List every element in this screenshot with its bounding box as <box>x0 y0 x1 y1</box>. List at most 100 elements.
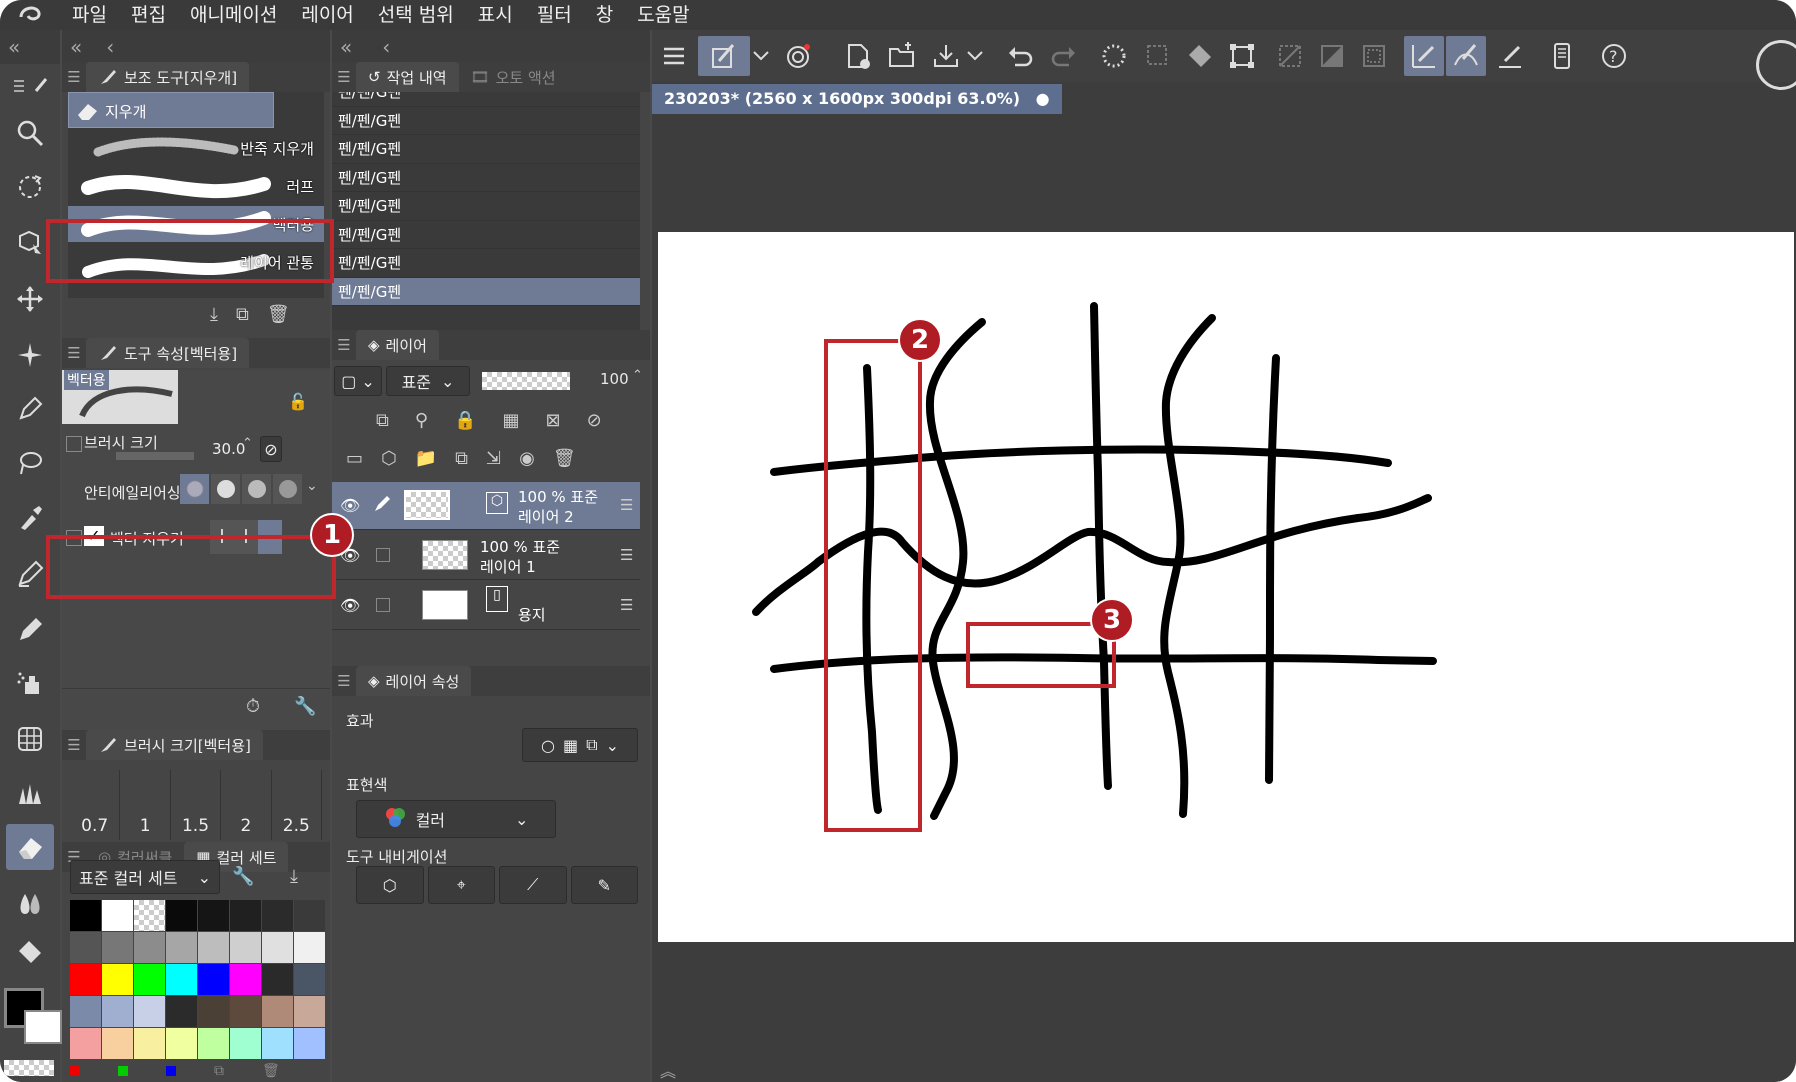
menu-window[interactable]: 창 <box>584 0 625 30</box>
expand-up-icon[interactable]: ︽ <box>660 1058 676 1082</box>
menu-file[interactable]: 파일 <box>60 0 119 30</box>
history-row[interactable]: 펜/펜/G펜 <box>332 164 640 192</box>
pen-tool-icon[interactable] <box>6 386 54 432</box>
history-row[interactable]: 펜/펜/G펜 <box>332 107 640 135</box>
color-swatch[interactable] <box>70 996 101 1027</box>
blend-mode-dropdown[interactable]: 표준 ⌄ <box>386 366 470 396</box>
cloud-sync-icon[interactable] <box>778 36 818 76</box>
lock-layer-icon[interactable]: 🔒 <box>454 410 476 431</box>
color-swatch[interactable] <box>198 964 229 995</box>
color-swatch[interactable] <box>134 1028 165 1059</box>
antialias-low-icon[interactable] <box>211 474 240 504</box>
tool-reset-icon[interactable]: ⏱ <box>246 696 260 717</box>
create-mask-icon[interactable]: ◉ <box>519 448 535 469</box>
new-vector-layer-icon[interactable]: ⬡ <box>381 448 397 469</box>
history-row[interactable]: 펜/펜/G펜 <box>332 135 640 164</box>
snap-to-special-ruler-icon[interactable] <box>1446 36 1486 76</box>
menu-animation[interactable]: 애니메이션 <box>178 0 289 30</box>
color-swatch[interactable] <box>262 1028 293 1059</box>
panel-menu-icon[interactable]: ☰ <box>332 672 356 690</box>
color-swatch[interactable] <box>102 900 133 931</box>
panel-menu-icon[interactable]: ☰ <box>332 68 356 86</box>
subtool-item[interactable]: 반죽 지우개 <box>68 130 324 166</box>
antialias-high-icon[interactable] <box>273 474 302 504</box>
color-swatch[interactable] <box>198 996 229 1027</box>
opacity-slider[interactable] <box>482 372 570 390</box>
color-swatch[interactable] <box>262 932 293 963</box>
tab-layer-property[interactable]: ◈ 레이어 속성 <box>356 666 472 696</box>
chevron-left-icon[interactable]: ‹ <box>374 35 398 59</box>
edit-target-icon[interactable] <box>372 494 392 518</box>
antialias-none-icon[interactable] <box>180 474 209 504</box>
quick-access-icon[interactable] <box>698 36 750 76</box>
loading-spinner-icon[interactable] <box>1094 36 1134 76</box>
panel-menu-icon[interactable]: ☰ <box>62 736 86 754</box>
panel-menu-icon[interactable]: ☰ <box>62 344 86 362</box>
collapse-icon[interactable]: « <box>0 35 28 59</box>
snap-to-ruler-icon[interactable] <box>1404 36 1444 76</box>
layer-row[interactable]: 👁 ▯ 용지 ☰ <box>332 582 640 630</box>
pencil-icon[interactable] <box>6 606 54 652</box>
zoom-tool-icon[interactable] <box>6 110 54 156</box>
chevron-down-icon[interactable] <box>748 36 774 76</box>
pressure-icon[interactable]: ⊘ <box>260 436 282 462</box>
color-swatch[interactable] <box>134 900 165 931</box>
color-swatch[interactable] <box>134 964 165 995</box>
visibility-eye-icon[interactable]: 👁 <box>340 596 360 615</box>
history-row[interactable]: 펜/펜/G펜 <box>332 249 640 278</box>
correct-line-icon[interactable]: ⟋ <box>499 866 567 904</box>
history-row[interactable]: 펜/펜/G펜 <box>332 92 640 107</box>
opacity-value[interactable]: 100 <box>600 370 629 388</box>
hide-outside-icon[interactable] <box>1270 36 1310 76</box>
copy-subtool-icon[interactable]: ⧉ <box>236 304 249 325</box>
spinner-icon[interactable]: ⌃ <box>242 436 253 451</box>
reference-layer-icon[interactable]: ⚲ <box>415 410 428 431</box>
color-swatch[interactable] <box>198 1028 229 1059</box>
object-tool-icon[interactable]: ⬡ <box>356 866 424 904</box>
tool-palette-menu-icon[interactable] <box>6 70 54 100</box>
color-swatch[interactable] <box>262 996 293 1027</box>
import-subtool-icon[interactable]: ⤓ <box>210 304 218 325</box>
help-icon[interactable]: ? <box>1594 36 1634 76</box>
color-swatch[interactable] <box>262 900 293 931</box>
menu-selection[interactable]: 선택 범위 <box>366 0 466 30</box>
panel-menu-icon[interactable]: ☰ <box>332 336 356 354</box>
color-swatch[interactable] <box>230 964 261 995</box>
fill-icon[interactable] <box>1180 36 1220 76</box>
fill-tool-icon[interactable] <box>6 930 54 970</box>
wrench-icon[interactable]: 🔧 <box>294 696 316 717</box>
edit-target-icon[interactable] <box>376 548 390 562</box>
brush-size-preset[interactable]: 1.5 <box>171 770 222 840</box>
layer-row[interactable]: 👁 100 % 표준 레이어 1 ☰ <box>332 532 640 580</box>
color-swatch[interactable] <box>166 932 197 963</box>
delete-subtool-icon[interactable]: 🗑 <box>267 304 290 325</box>
color-swatch[interactable] <box>230 900 261 931</box>
eraser-tool-icon[interactable] <box>6 824 54 870</box>
new-folder-icon[interactable]: 📁 <box>415 448 437 469</box>
color-swatch[interactable] <box>294 1028 325 1059</box>
delete-color-icon[interactable]: 🗑 <box>262 1063 280 1079</box>
color-swatch[interactable] <box>102 996 133 1027</box>
tab-brush-size[interactable]: 브러시 크기[벡터용] <box>86 730 263 760</box>
color-swatch[interactable] <box>134 932 165 963</box>
visibility-eye-icon[interactable]: 👁 <box>340 496 360 515</box>
color-swatch[interactable] <box>70 932 101 963</box>
open-file-icon[interactable] <box>882 36 922 76</box>
brush-size-preset[interactable]: 1 <box>120 770 171 840</box>
control-point-icon[interactable]: ⌖ <box>427 866 495 904</box>
select-all-icon[interactable] <box>1354 36 1394 76</box>
border-effect-icon[interactable]: ○ <box>541 736 555 755</box>
new-file-icon[interactable] <box>838 36 878 76</box>
side-panel-toggle-icon[interactable] <box>1756 40 1796 90</box>
merge-down-icon[interactable]: ⇲ <box>486 448 501 469</box>
airbrush-icon[interactable] <box>6 660 54 706</box>
color-swatch[interactable] <box>294 900 325 931</box>
color-swatch[interactable] <box>102 1028 133 1059</box>
color-swatch[interactable] <box>70 1028 101 1059</box>
tab-auto-action[interactable]: 🎞 오토 액션 <box>459 62 568 92</box>
color-swatch[interactable] <box>198 900 229 931</box>
color-swatch[interactable] <box>102 932 133 963</box>
color-swatch[interactable] <box>70 900 101 931</box>
color-swatch[interactable] <box>294 996 325 1027</box>
transparent-color-swatch[interactable] <box>4 1060 54 1076</box>
